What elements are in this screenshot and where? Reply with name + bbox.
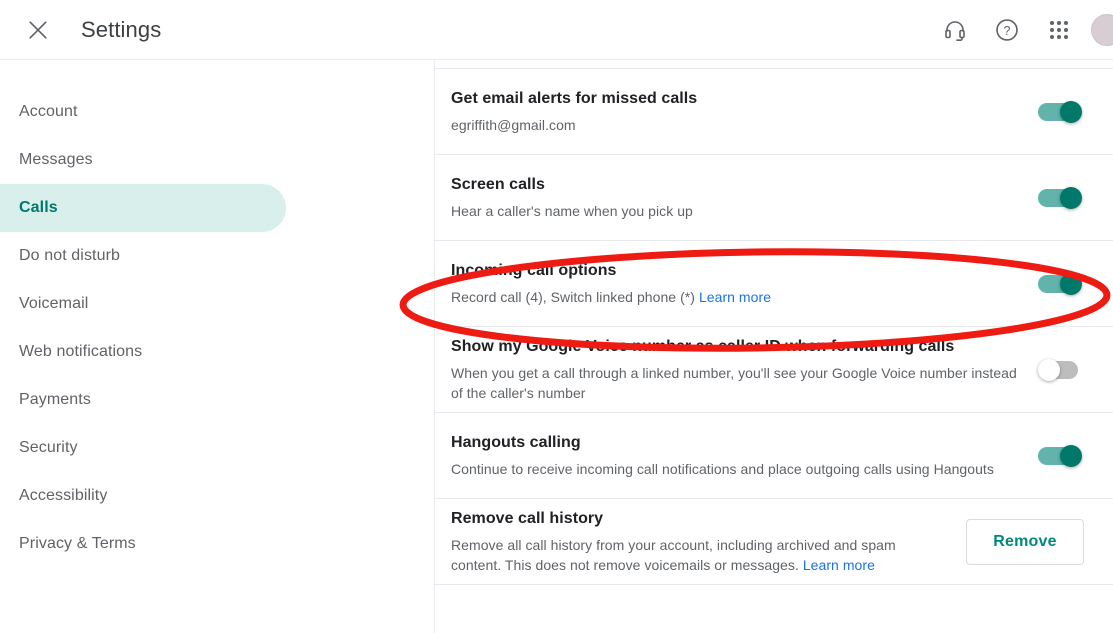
svg-text:?: ? bbox=[1004, 23, 1011, 37]
toggle-knob bbox=[1060, 100, 1082, 123]
sidebar-item-account[interactable]: Account bbox=[0, 88, 286, 136]
row-text: Hangouts calling Continue to receive inc… bbox=[451, 432, 1038, 479]
sidebar-item-label: Payments bbox=[19, 391, 91, 408]
setting-row-hangouts-calling: Hangouts calling Continue to receive inc… bbox=[435, 413, 1113, 499]
help-icon[interactable]: ? bbox=[987, 10, 1027, 50]
apps-grid-dots bbox=[1050, 20, 1068, 39]
setting-description: When you get a call through a linked num… bbox=[451, 365, 1017, 401]
row-control: Remove bbox=[966, 518, 1084, 565]
sidebar-item-label: Account bbox=[19, 103, 78, 120]
learn-more-link[interactable]: Learn more bbox=[699, 289, 771, 305]
calls-settings-card: Get email alerts for missed calls egriff… bbox=[435, 68, 1113, 585]
toggle-knob bbox=[1060, 272, 1082, 295]
toggle-knob bbox=[1038, 358, 1060, 381]
row-control bbox=[1038, 442, 1084, 470]
avatar[interactable] bbox=[1091, 13, 1113, 46]
setting-description: Continue to receive incoming call notifi… bbox=[451, 461, 994, 477]
setting-row-email-alerts: Get email alerts for missed calls egriff… bbox=[435, 69, 1113, 155]
sidebar-item-security[interactable]: Security bbox=[0, 424, 286, 472]
toggle-screen-calls[interactable] bbox=[1038, 184, 1084, 212]
google-apps-icon[interactable] bbox=[1039, 10, 1079, 50]
learn-more-link[interactable]: Learn more bbox=[803, 557, 875, 573]
row-control bbox=[1038, 356, 1084, 384]
setting-title: Screen calls bbox=[451, 176, 545, 193]
setting-description: Remove all call history from your accoun… bbox=[451, 535, 946, 575]
row-control bbox=[1038, 98, 1084, 126]
sidebar-item-do-not-disturb[interactable]: Do not disturb bbox=[0, 232, 286, 280]
sidebar-item-label: Accessibility bbox=[19, 487, 108, 504]
row-text: Incoming call options Record call (4), S… bbox=[451, 260, 1038, 307]
setting-title: Remove call history bbox=[451, 510, 604, 527]
settings-window: Settings ? Account Messages Calls Do not… bbox=[0, 0, 1113, 633]
settings-content: Get email alerts for missed calls egriff… bbox=[434, 61, 1113, 633]
row-control bbox=[1038, 184, 1084, 212]
row-text: Get email alerts for missed calls egriff… bbox=[451, 88, 1038, 135]
sidebar-item-voicemail[interactable]: Voicemail bbox=[0, 280, 286, 328]
sidebar-item-web-notifications[interactable]: Web notifications bbox=[0, 328, 286, 376]
row-control bbox=[1038, 270, 1084, 298]
row-text: Remove call history Remove all call hist… bbox=[451, 508, 966, 575]
setting-description: egriffith@gmail.com bbox=[451, 117, 576, 133]
setting-row-caller-id-forwarding: Show my Google Voice number as caller ID… bbox=[435, 327, 1113, 413]
row-text: Screen calls Hear a caller's name when y… bbox=[451, 174, 1038, 221]
sidebar-item-label: Calls bbox=[19, 199, 58, 216]
row-text: Show my Google Voice number as caller ID… bbox=[451, 336, 1038, 403]
toggle-incoming-call-options[interactable] bbox=[1038, 270, 1084, 298]
setting-title: Show my Google Voice number as caller ID… bbox=[451, 338, 955, 355]
sidebar-item-messages[interactable]: Messages bbox=[0, 136, 286, 184]
setting-row-screen-calls: Screen calls Hear a caller's name when y… bbox=[435, 155, 1113, 241]
sidebar-item-label: Messages bbox=[19, 151, 93, 168]
setting-title: Incoming call options bbox=[451, 262, 617, 279]
close-icon[interactable] bbox=[18, 10, 58, 50]
remove-button[interactable]: Remove bbox=[966, 518, 1084, 565]
setting-row-incoming-call-options: Incoming call options Record call (4), S… bbox=[435, 241, 1113, 327]
sidebar-item-label: Security bbox=[19, 439, 78, 456]
sidebar-item-label: Web notifications bbox=[19, 343, 143, 360]
toggle-hangouts-calling[interactable] bbox=[1038, 442, 1084, 470]
sidebar-item-label: Do not disturb bbox=[19, 247, 121, 264]
sidebar-item-label: Voicemail bbox=[19, 295, 89, 312]
app-header: Settings ? bbox=[0, 0, 1113, 60]
setting-description: Hear a caller's name when you pick up bbox=[451, 203, 693, 219]
header-actions: ? bbox=[935, 10, 1113, 50]
toggle-email-alerts[interactable] bbox=[1038, 98, 1084, 126]
setting-title: Get email alerts for missed calls bbox=[451, 90, 698, 107]
page-title: Settings bbox=[81, 16, 162, 42]
setting-row-remove-call-history: Remove call history Remove all call hist… bbox=[435, 499, 1113, 585]
setting-title: Hangouts calling bbox=[451, 434, 581, 451]
sidebar-item-payments[interactable]: Payments bbox=[0, 376, 286, 424]
settings-sidebar: Account Messages Calls Do not disturb Vo… bbox=[0, 61, 434, 633]
setting-description: Record call (4), Switch linked phone (*)… bbox=[451, 287, 1018, 307]
sidebar-item-privacy-terms[interactable]: Privacy & Terms bbox=[0, 520, 286, 568]
toggle-knob bbox=[1060, 444, 1082, 467]
toggle-caller-id-forwarding[interactable] bbox=[1038, 356, 1084, 384]
toggle-knob bbox=[1060, 186, 1082, 209]
sidebar-item-accessibility[interactable]: Accessibility bbox=[0, 472, 286, 520]
support-headset-icon[interactable] bbox=[935, 10, 975, 50]
sidebar-item-calls[interactable]: Calls bbox=[0, 184, 286, 232]
sidebar-item-label: Privacy & Terms bbox=[19, 535, 136, 552]
setting-description-text: Record call (4), Switch linked phone (*) bbox=[451, 289, 699, 305]
